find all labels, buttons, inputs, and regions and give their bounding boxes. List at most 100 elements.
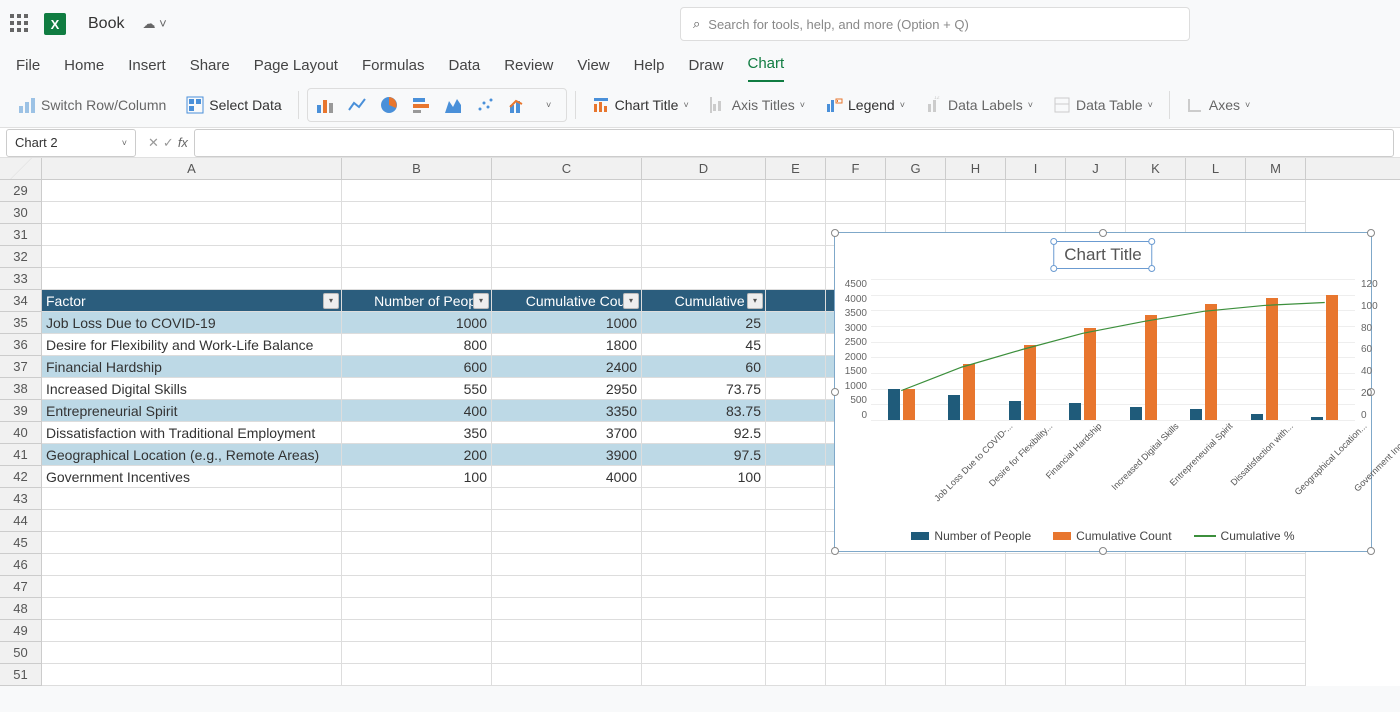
row-header[interactable]: 45 (0, 532, 42, 554)
cell[interactable] (1246, 664, 1306, 686)
cell[interactable] (766, 312, 826, 334)
cell[interactable] (342, 180, 492, 202)
tab-draw[interactable]: Draw (688, 57, 723, 82)
cell[interactable] (642, 268, 766, 290)
enter-formula-icon[interactable]: ✓ (163, 135, 174, 151)
cell[interactable] (766, 224, 826, 246)
cell[interactable] (642, 224, 766, 246)
select-data-button[interactable]: Select Data (178, 92, 289, 118)
cell[interactable] (42, 598, 342, 620)
cell[interactable] (642, 664, 766, 686)
cell[interactable] (1006, 664, 1066, 686)
cell[interactable]: 97.5 (642, 444, 766, 466)
cell[interactable] (642, 642, 766, 664)
cell[interactable]: Geographical Location (e.g., Remote Area… (42, 444, 342, 466)
cell[interactable] (1006, 554, 1066, 576)
tab-share[interactable]: Share (190, 57, 230, 82)
save-status-icon[interactable]: ☁ ˅ (142, 16, 166, 32)
cell[interactable] (1066, 180, 1126, 202)
cell[interactable] (766, 620, 826, 642)
cell[interactable] (946, 180, 1006, 202)
legend-item[interactable]: Number of People (911, 529, 1031, 543)
row-header[interactable]: 42 (0, 466, 42, 488)
column-header[interactable]: D (642, 158, 766, 179)
cell[interactable] (642, 576, 766, 598)
cell[interactable]: 550 (342, 378, 492, 400)
cell[interactable] (642, 180, 766, 202)
cell[interactable] (766, 180, 826, 202)
cell[interactable] (886, 642, 946, 664)
cell[interactable] (946, 620, 1006, 642)
switch-row-column-button[interactable]: Switch Row/Column (10, 92, 174, 118)
cell[interactable] (766, 246, 826, 268)
cell[interactable] (642, 554, 766, 576)
cell[interactable] (1006, 576, 1066, 598)
cell[interactable]: 100 (342, 466, 492, 488)
cell[interactable]: Number of People▾ (342, 290, 492, 312)
cell[interactable] (1186, 202, 1246, 224)
cell[interactable] (1066, 576, 1126, 598)
cell[interactable] (1246, 180, 1306, 202)
cell[interactable]: 1800 (492, 334, 642, 356)
cell[interactable] (766, 444, 826, 466)
row-header[interactable]: 38 (0, 378, 42, 400)
cell[interactable] (492, 598, 642, 620)
cell[interactable] (342, 532, 492, 554)
cell[interactable] (886, 576, 946, 598)
filter-dropdown-icon[interactable]: ▾ (747, 293, 763, 309)
cell[interactable]: 2950 (492, 378, 642, 400)
resize-handle[interactable] (1099, 547, 1107, 555)
cell[interactable] (642, 532, 766, 554)
legend-item[interactable]: Cumulative Count (1053, 529, 1171, 543)
cell[interactable] (766, 642, 826, 664)
tab-chart[interactable]: Chart (748, 55, 785, 82)
cell[interactable] (342, 642, 492, 664)
cell[interactable] (1126, 576, 1186, 598)
cell[interactable] (1066, 598, 1126, 620)
cell[interactable]: 92.5 (642, 422, 766, 444)
select-all-cell[interactable] (0, 158, 42, 179)
row-header[interactable]: 33 (0, 268, 42, 290)
column-header[interactable]: L (1186, 158, 1246, 179)
cell[interactable] (42, 224, 342, 246)
chart-type-more-dropdown[interactable]: ˅ (534, 91, 564, 119)
cell[interactable] (42, 642, 342, 664)
cell[interactable] (826, 554, 886, 576)
cell[interactable] (886, 620, 946, 642)
cell[interactable] (946, 598, 1006, 620)
column-header[interactable]: K (1126, 158, 1186, 179)
row-header[interactable]: 37 (0, 356, 42, 378)
cell[interactable] (492, 510, 642, 532)
cell[interactable] (826, 202, 886, 224)
cell[interactable] (766, 356, 826, 378)
row-header[interactable]: 32 (0, 246, 42, 268)
row-header[interactable]: 29 (0, 180, 42, 202)
cell[interactable] (826, 642, 886, 664)
cell[interactable]: 200 (342, 444, 492, 466)
cell[interactable]: 3700 (492, 422, 642, 444)
cell[interactable] (342, 598, 492, 620)
cell[interactable] (1246, 598, 1306, 620)
chart-title[interactable]: Chart Title (1053, 241, 1152, 269)
row-header[interactable]: 43 (0, 488, 42, 510)
cell[interactable] (342, 268, 492, 290)
cell[interactable] (42, 510, 342, 532)
cell[interactable] (1006, 202, 1066, 224)
cell[interactable] (1126, 202, 1186, 224)
cell[interactable]: 3350 (492, 400, 642, 422)
cell[interactable]: Increased Digital Skills (42, 378, 342, 400)
chart-title-button[interactable]: Chart Title ˅ (584, 92, 697, 118)
cell[interactable] (826, 598, 886, 620)
column-header[interactable]: G (886, 158, 946, 179)
cell[interactable] (342, 202, 492, 224)
row-header[interactable]: 39 (0, 400, 42, 422)
cell[interactable] (1066, 202, 1126, 224)
cell[interactable] (886, 664, 946, 686)
document-title[interactable]: Book (88, 15, 124, 33)
cell[interactable] (42, 488, 342, 510)
cell[interactable]: 100 (642, 466, 766, 488)
plot-area[interactable]: 450040003500300025002000150010005000 120… (865, 279, 1361, 421)
cell[interactable] (1126, 664, 1186, 686)
column-header[interactable]: B (342, 158, 492, 179)
tab-data[interactable]: Data (449, 57, 481, 82)
